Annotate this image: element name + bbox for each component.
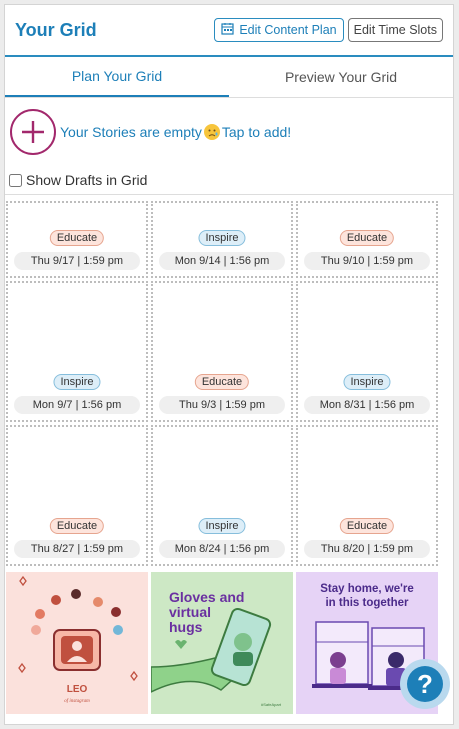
grid-panel: Your Grid Edit Content Plan Edit Time Sl… xyxy=(4,4,454,725)
grid-slot[interactable]: Inspire Mon 9/7 | 1:56 pm xyxy=(6,281,148,422)
show-drafts-row[interactable]: Show Drafts in Grid xyxy=(5,166,453,195)
edit-content-plan-label: Edit Content Plan xyxy=(239,23,337,37)
slot-date: Thu 9/10 | 1:59 pm xyxy=(304,252,430,270)
grid-slot[interactable]: Educate Thu 8/27 | 1:59 pm xyxy=(6,425,148,566)
category-badge: Educate xyxy=(49,518,105,534)
gloves-title-line-3: hugs xyxy=(169,619,203,635)
category-badge: Inspire xyxy=(198,230,246,246)
posted-images-row: LEO of instagram Gloves and virtual hugs… xyxy=(6,572,452,714)
slot-date: Mon 8/24 | 1:56 pm xyxy=(159,540,285,558)
tab-preview-your-grid[interactable]: Preview Your Grid xyxy=(229,57,453,97)
edit-content-plan-button[interactable]: Edit Content Plan xyxy=(214,18,344,42)
sad-face-icon xyxy=(203,124,220,140)
grid-slot[interactable]: Inspire Mon 9/14 | 1:56 pm xyxy=(151,201,293,278)
category-badge: Inspire xyxy=(198,518,246,534)
calendar-icon xyxy=(221,22,234,38)
stories-empty-text: Your Stories are empty xyxy=(60,124,202,140)
slot-date: Mon 9/7 | 1:56 pm xyxy=(14,396,140,414)
grid-slot[interactable]: Inspire Mon 8/24 | 1:56 pm xyxy=(151,425,293,566)
gloves-title-line-2: virtual xyxy=(169,604,211,620)
grid-slot[interactable]: Educate Thu 9/3 | 1:59 pm xyxy=(151,281,293,422)
panel-header: Your Grid Edit Content Plan Edit Time Sl… xyxy=(5,5,453,57)
category-badge: Educate xyxy=(339,230,395,246)
grid-slot[interactable]: Educate Thu 8/20 | 1:59 pm xyxy=(296,425,438,566)
grid-slot[interactable]: Educate Thu 9/10 | 1:59 pm xyxy=(296,201,438,278)
grid-slot[interactable]: Inspire Mon 8/31 | 1:56 pm xyxy=(296,281,438,422)
category-badge: Educate xyxy=(339,518,395,534)
slot-date: Mon 8/31 | 1:56 pm xyxy=(304,396,430,414)
tab-plan-your-grid[interactable]: Plan Your Grid xyxy=(5,57,229,97)
category-badge: Inspire xyxy=(53,374,101,390)
plus-icon xyxy=(22,121,44,143)
stories-row[interactable]: Your Stories are empty Tap to add! xyxy=(5,98,453,166)
slot-date: Thu 8/27 | 1:59 pm xyxy=(14,540,140,558)
slot-date: Mon 9/14 | 1:56 pm xyxy=(159,252,285,270)
leo-title: LEO xyxy=(67,684,88,695)
show-drafts-label: Show Drafts in Grid xyxy=(26,172,148,188)
gloves-illustration: Gloves and virtual hugs #SafeApart xyxy=(151,589,282,707)
category-badge: Educate xyxy=(49,230,105,246)
slot-date: Thu 8/20 | 1:59 pm xyxy=(304,540,430,558)
stay-home-title-line-2: in this together xyxy=(325,597,409,609)
add-story-button[interactable] xyxy=(10,109,56,155)
tab-bar: Plan Your Grid Preview Your Grid xyxy=(5,57,453,98)
grid-slot[interactable]: Educate Thu 9/17 | 1:59 pm xyxy=(6,201,148,278)
stories-empty-message[interactable]: Your Stories are empty Tap to add! xyxy=(60,124,291,140)
page-title: Your Grid xyxy=(15,19,97,40)
gloves-title-line-1: Gloves and xyxy=(169,589,244,605)
post-image-leo[interactable]: LEO of instagram xyxy=(6,572,148,714)
edit-time-slots-button[interactable]: Edit Time Slots xyxy=(347,18,443,42)
leo-illustration: LEO of instagram xyxy=(18,575,138,704)
help-button[interactable]: ? xyxy=(400,659,450,709)
show-drafts-checkbox[interactable] xyxy=(9,173,22,187)
stay-home-title-line-1: Stay home, we're xyxy=(320,583,414,595)
slot-date: Thu 9/17 | 1:59 pm xyxy=(14,252,140,270)
post-image-gloves[interactable]: Gloves and virtual hugs #SafeApart xyxy=(151,572,293,714)
leo-subtitle: of instagram xyxy=(64,699,90,704)
stories-tap-to-add: Tap to add! xyxy=(221,124,292,140)
gloves-footer: #SafeApart xyxy=(261,702,282,707)
category-badge: Educate xyxy=(194,374,250,390)
slot-date: Thu 9/3 | 1:59 pm xyxy=(159,396,285,414)
category-badge: Inspire xyxy=(343,374,391,390)
grid-slots: Educate Thu 9/17 | 1:59 pm Inspire Mon 9… xyxy=(6,201,440,566)
question-icon: ? xyxy=(407,666,443,702)
